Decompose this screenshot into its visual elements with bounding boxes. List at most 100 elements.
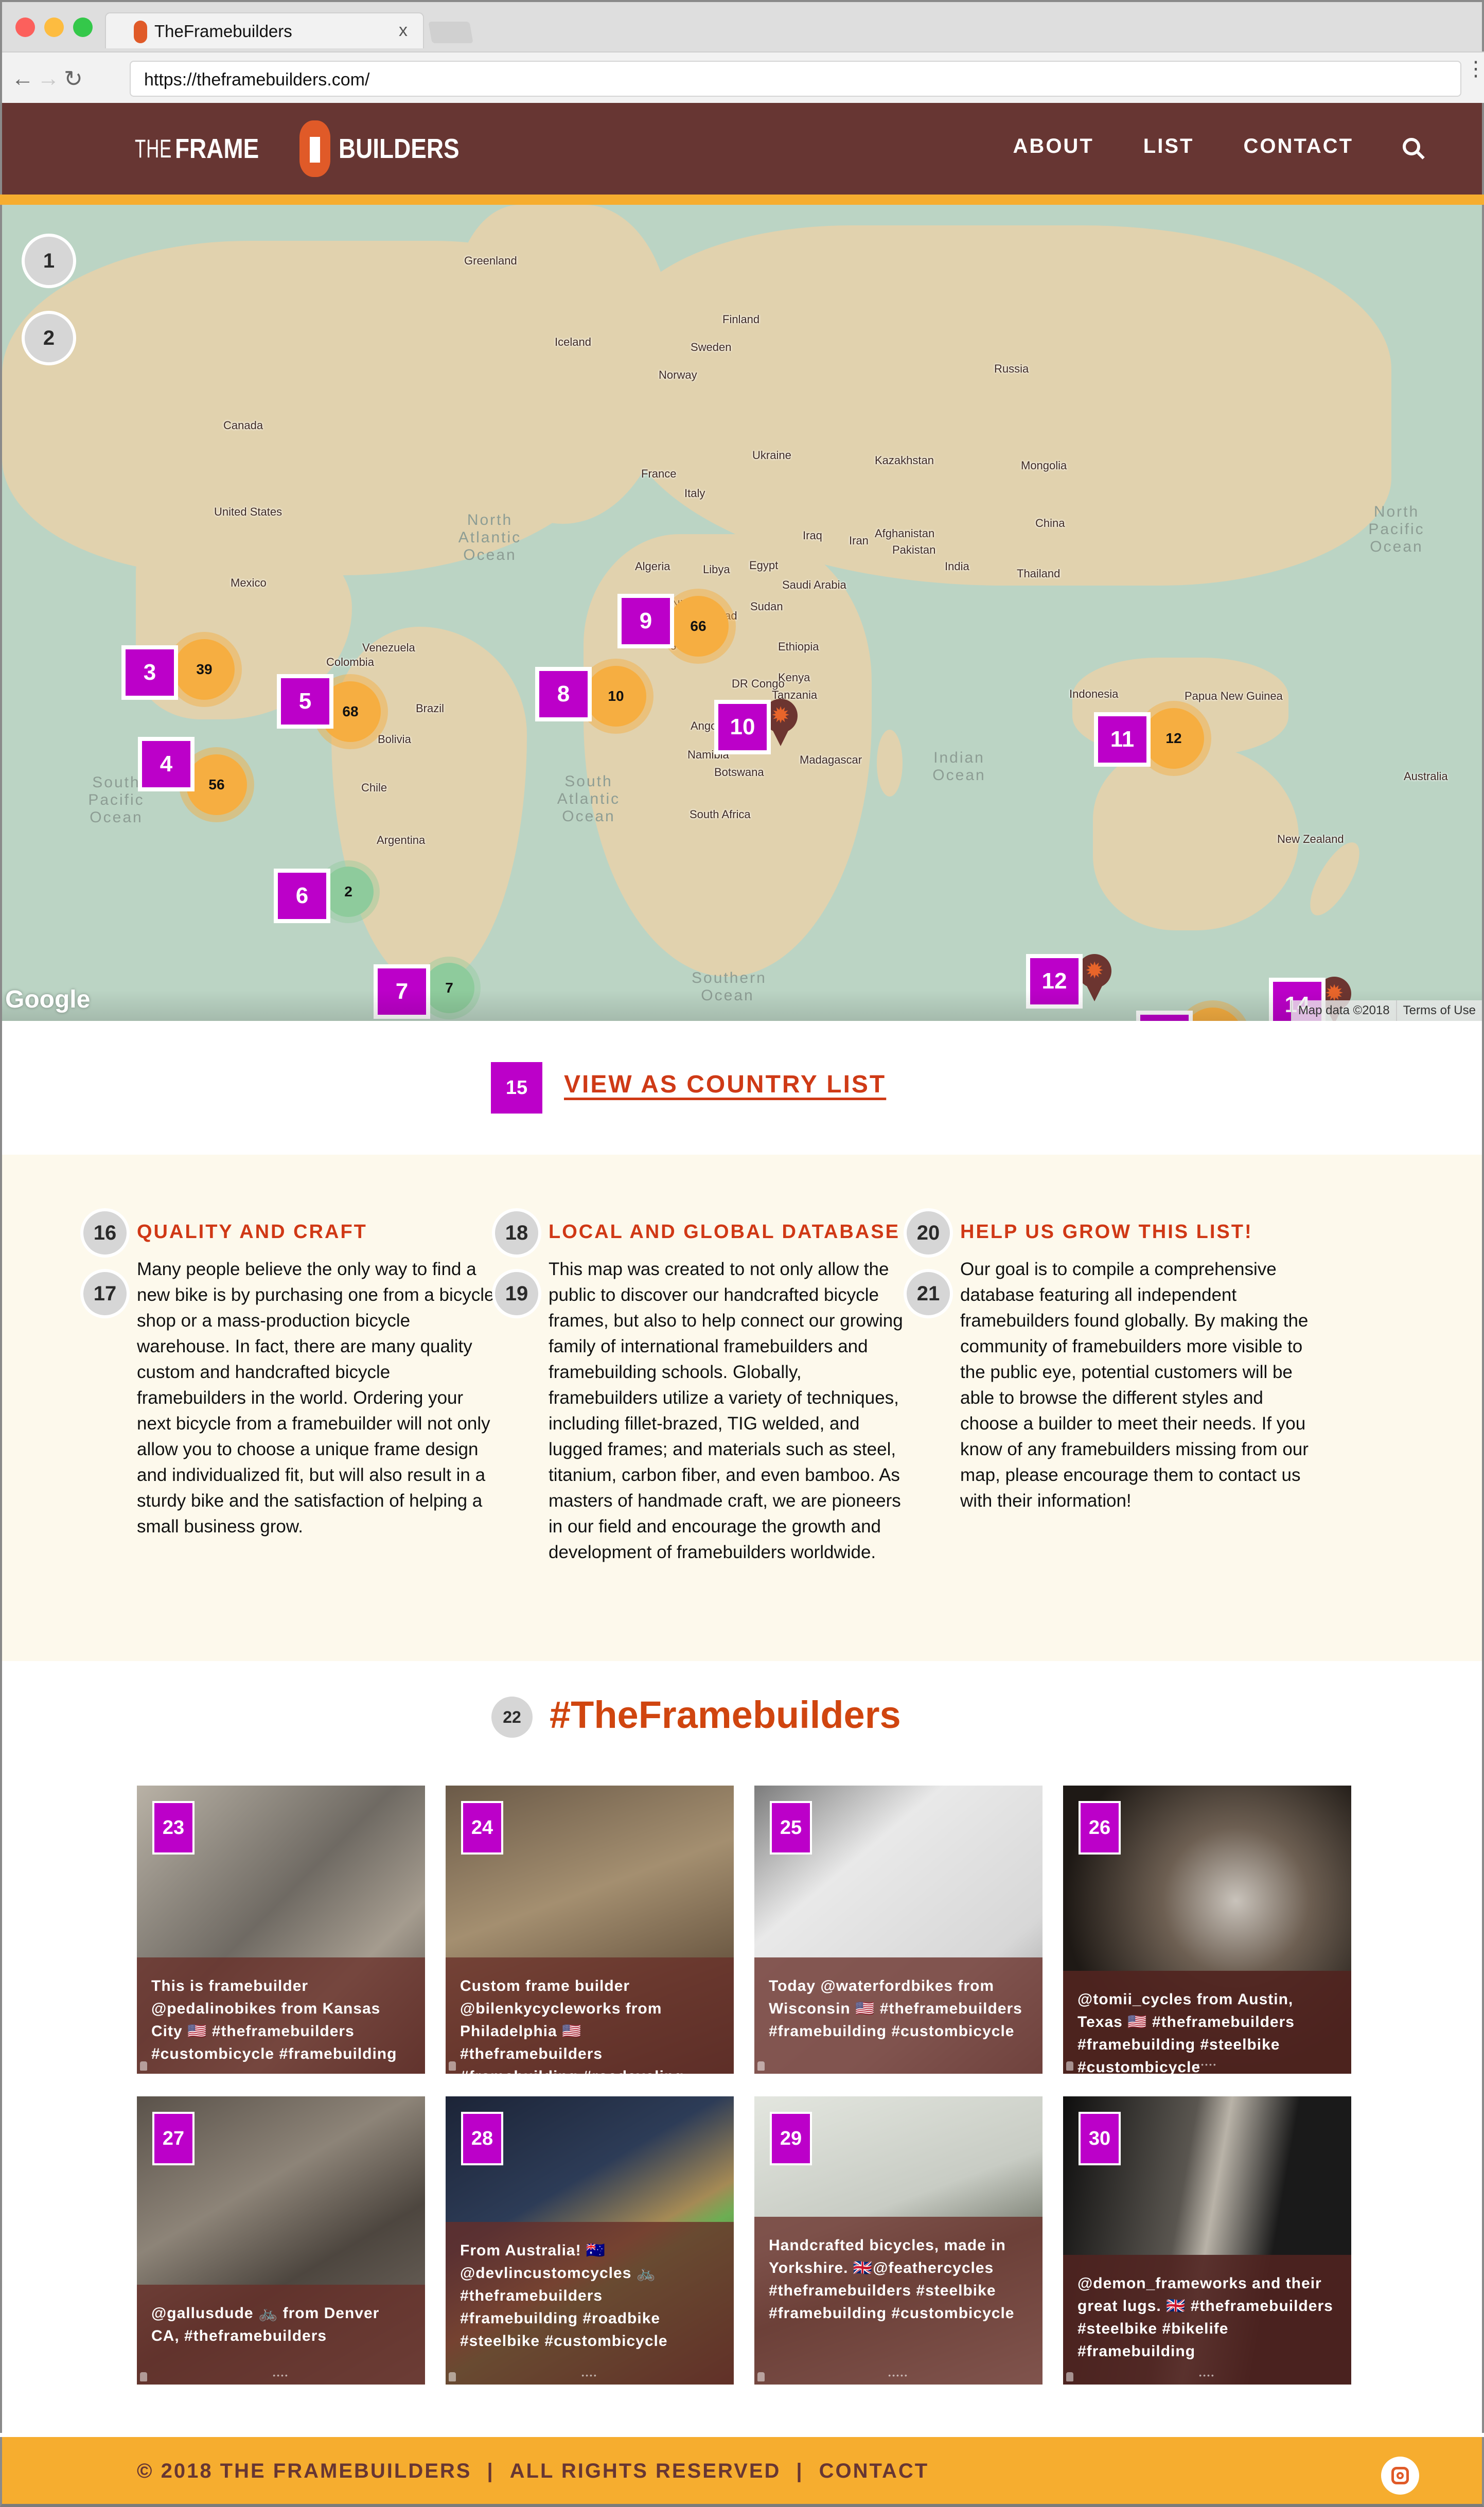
browser-chrome: TheFramebuilders x ← → ↻ https://thefram… [0, 0, 1484, 105]
map-label: Afghanistan [875, 527, 935, 540]
browser-tab-active[interactable]: TheFramebuilders x [105, 12, 424, 48]
address-bar[interactable]: https://theframebuilders.com/ [130, 61, 1461, 97]
instagram-post[interactable]: 30 @demon_frameworks and their great lug… [1063, 2096, 1351, 2385]
annotation-badge: 26 [1079, 1801, 1121, 1855]
map-label: Mexico [231, 576, 267, 589]
landmass-south-america [331, 627, 527, 987]
instagram-post[interactable]: 24 Custom frame builder @bilenkycyclewor… [446, 1786, 734, 2074]
maximize-window-button[interactable] [73, 17, 93, 37]
nav-contact[interactable]: CONTACT [1243, 135, 1353, 158]
map-label: Chile [361, 781, 387, 794]
map-label: Iceland [555, 336, 591, 348]
about-body: This map was created to not only allow t… [549, 1259, 903, 1562]
post-caption: Today @waterfordbikes from Wisconsin 🇺🇸 … [754, 1957, 1043, 2074]
about-column-grow: HELP US GROW THIS LIST! Our goal is to c… [960, 1220, 1320, 1514]
instagram-post[interactable]: 23 This is framebuilder @pedalinobikes f… [137, 1786, 425, 2074]
logo-text-the: THE [135, 134, 172, 163]
about-column-database: LOCAL AND GLOBAL DATABASE This map was c… [549, 1220, 909, 1565]
forward-arrow-icon[interactable]: → [37, 66, 60, 92]
user-icon [757, 2372, 765, 2381]
map-label: Australia [1404, 770, 1448, 783]
all-rights-text: ALL RIGHTS RESERVED [509, 2460, 781, 2482]
site-footer: © 2018 THE FRAMEBUILDERS | ALL RIGHTS RESE… [0, 2437, 1484, 2507]
view-as-country-list-link[interactable]: VIEW AS COUNTRY LIST [564, 1070, 886, 1099]
map-label: Italy [684, 487, 705, 500]
annotation-badge: 23 [152, 1801, 195, 1855]
footer-contact-link[interactable]: CONTACT [819, 2460, 929, 2482]
post-caption: Custom frame builder @bilenkycycleworks … [446, 1957, 734, 2074]
back-arrow-icon[interactable]: ← [11, 66, 34, 92]
map-label: Argentina [377, 834, 426, 846]
map-bottom-shade [2, 990, 1482, 1021]
instagram-post[interactable]: 27 @gallusdude 🚲 from Denver CA, #thefra… [137, 2096, 425, 2385]
map-label: Sudan [750, 600, 783, 613]
close-window-button[interactable] [15, 17, 35, 37]
about-heading: HELP US GROW THIS LIST! [960, 1221, 1253, 1243]
map-zoom-in-button[interactable]: 1 [22, 234, 76, 288]
browser-menu-icon[interactable]: ⋮ [1465, 59, 1484, 79]
map-cluster[interactable]: 2 [323, 867, 374, 917]
annotation-badge: 25 [770, 1801, 812, 1855]
annotation-badge: 10 [714, 700, 771, 754]
nav-list[interactable]: LIST [1143, 135, 1194, 158]
about-heading: QUALITY AND CRAFT [137, 1221, 367, 1243]
user-icon [449, 2372, 456, 2381]
annotation-badge: 5 [277, 674, 333, 729]
google-logo[interactable]: Google [5, 985, 90, 1014]
minimize-window-button[interactable] [44, 17, 64, 37]
annotation-badge: 16 [80, 1208, 130, 1258]
map-label: Madagascar [800, 753, 862, 766]
map-zoom-out-button[interactable]: 2 [22, 311, 76, 365]
carousel-dots: ••••• [1197, 2060, 1217, 2069]
about-body: Many people believe the only way to find… [137, 1259, 494, 1537]
search-icon[interactable] [1403, 137, 1420, 155]
map-label: Sweden [691, 341, 732, 354]
new-tab-button[interactable] [428, 22, 473, 43]
map-label: Brazil [416, 702, 445, 715]
map-label: South Africa [690, 808, 751, 821]
annotation-badge: 8 [535, 667, 592, 721]
footer-text: © 2018 THE FRAMEBUILDERS | ALL RIGHTS RESE… [137, 2460, 929, 2483]
about-heading: LOCAL AND GLOBAL DATABASE [549, 1221, 900, 1243]
map-label: Canada [223, 419, 263, 432]
copyright-text: © 2018 THE FRAMEBUILDERS [137, 2460, 472, 2482]
instagram-post[interactable]: 25 Today @waterfordbikes from Wisconsin … [754, 1786, 1043, 2074]
map-label: Iraq [803, 529, 822, 542]
map-cluster[interactable]: 39 [174, 639, 235, 700]
instagram-post[interactable]: 29 Handcrafted bicycles, made in Yorkshi… [754, 2096, 1043, 2385]
map-label: Saudi Arabia [782, 578, 846, 591]
carousel-dots: ••••• [888, 2371, 909, 2379]
about-column-quality: QUALITY AND CRAFT Many people believe th… [137, 1220, 497, 1540]
ocean-label: South Atlantic Ocean [557, 773, 621, 825]
annotation-badge: 19 [492, 1269, 541, 1318]
about-section: 16 17 QUALITY AND CRAFT Many people beli… [0, 1155, 1484, 1661]
instagram-icon[interactable] [1381, 2457, 1419, 2495]
annotation-badge: 6 [274, 869, 330, 923]
instagram-post[interactable]: 26 @tomii_cycles from Austin, Texas 🇺🇸 #… [1063, 1786, 1351, 2074]
post-caption: @tomii_cycles from Austin, Texas 🇺🇸 #the… [1063, 1971, 1351, 2074]
tab-close-icon[interactable]: x [399, 21, 408, 41]
site-logo[interactable]: THE FRAME BUILDERS [135, 120, 481, 177]
main-nav: ABOUT LIST CONTACT [1013, 135, 1420, 158]
map-cluster[interactable]: 12 [1143, 708, 1204, 769]
annotation-badge: 21 [904, 1269, 953, 1318]
instagram-hashtag-title: #TheFramebuilders [550, 1693, 901, 1736]
map-cluster[interactable]: 10 [586, 666, 646, 727]
nav-about[interactable]: ABOUT [1013, 135, 1094, 158]
map-cluster[interactable]: 56 [186, 754, 247, 815]
annotation-badge: 27 [152, 2112, 195, 2165]
tab-title: TheFramebuilders [154, 22, 292, 41]
carousel-dots: •••• [581, 2371, 598, 2379]
reload-icon[interactable]: ↻ [64, 66, 83, 92]
map-label: Egypt [749, 559, 779, 572]
terms-of-use-link[interactable]: Terms of Use [1395, 1000, 1482, 1021]
map-label: Thailand [1017, 567, 1061, 580]
map-cluster[interactable]: 66 [668, 596, 729, 657]
instagram-post[interactable]: 28 From Australia! 🇦🇺 @devlincustomcycle… [446, 2096, 734, 2385]
builders-map[interactable]: Greenland Iceland Finland Sweden Norway … [0, 205, 1484, 1021]
annotation-badge: 29 [770, 2112, 812, 2165]
map-label: Libya [703, 563, 730, 576]
map-label: Algeria [635, 560, 670, 573]
landmass-new-zealand [1301, 835, 1369, 923]
map-label: New Zealand [1277, 833, 1344, 845]
